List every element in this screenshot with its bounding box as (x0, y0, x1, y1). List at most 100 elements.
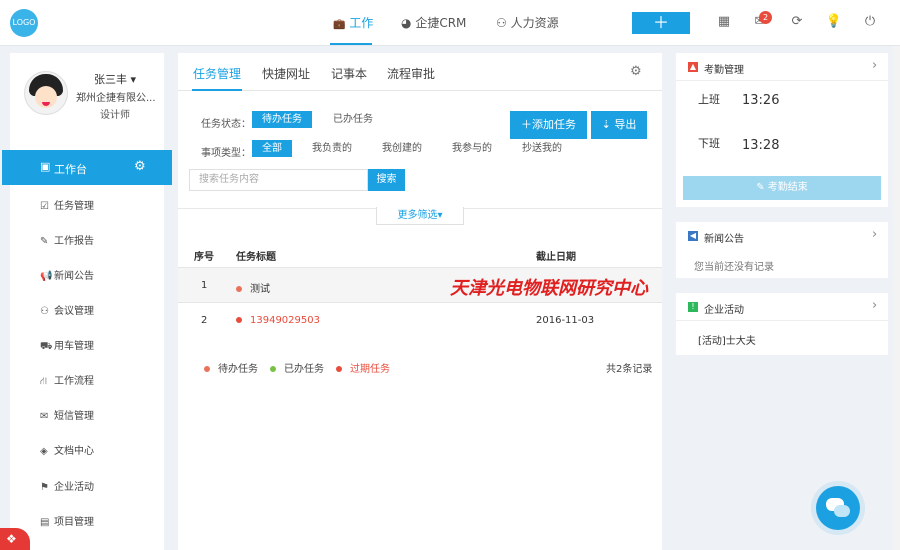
activity-header: ! 企业活动 › (676, 293, 888, 321)
filter-cc[interactable]: 抄送我的 (512, 140, 572, 157)
search-input[interactable]: 搜索任务内容 (189, 169, 368, 191)
gear-icon[interactable]: ⚙ (134, 159, 146, 174)
sidebar-item-projects[interactable]: ▤ 项目管理 (40, 513, 94, 533)
sidebar-item-news[interactable]: 📢 新闻公告 (40, 267, 94, 287)
clock-in-time: 13:26 (742, 93, 780, 108)
row-index: 1 (201, 280, 208, 291)
legend-done: 已办任务 (270, 360, 324, 375)
chat-button[interactable] (816, 486, 860, 530)
power-icon[interactable]: ⏻ (860, 12, 880, 32)
sidebar-item-cars[interactable]: ⛟用车管理 (40, 337, 94, 357)
overdue-status-dot (236, 317, 242, 323)
filter-done[interactable]: 已办任务 (323, 111, 383, 128)
news-card: ◀ 新闻公告 › 您当前还没有记录 (676, 222, 888, 278)
sidebar-item-workbench[interactable]: ▣ 工作台 ⚙ (2, 150, 172, 185)
attendance-card: ▲ 考勤管理 › 上班 13:26 下班 13:28 ✎ 考勤结束 (676, 53, 888, 207)
tab-approval[interactable]: 流程审批 (387, 65, 435, 82)
attendance-end-button[interactable]: ✎ 考勤结束 (683, 176, 881, 200)
filter-responsible[interactable]: 我负责的 (302, 140, 362, 157)
column-header-title: 任务标题 (236, 252, 276, 263)
column-header-deadline: 截止日期 (536, 252, 576, 263)
sidebar-item-reports[interactable]: ✎ 工作报告 (40, 232, 94, 252)
corner-badge-icon[interactable]: ❖ (0, 528, 30, 550)
filter-participating[interactable]: 我参与的 (442, 140, 502, 157)
row-title-text: 测试 (250, 284, 270, 295)
nav-hr[interactable]: ⚇ 人力资源 (496, 14, 559, 31)
sms-icon: ✉ (40, 411, 49, 422)
tab-task-management[interactable]: 任务管理 (193, 65, 241, 82)
qrcode-icon[interactable]: ▦ (714, 12, 734, 32)
user-profile: 张三丰 ▾ 郑州企捷有限公... 设计师 (10, 53, 164, 148)
legend-overdue: 过期任务 (336, 360, 390, 375)
tab-bar: 任务管理 快捷网址 记事本 流程审批 ⚙ (178, 53, 662, 91)
nav-crm-label: 企捷CRM (415, 16, 467, 30)
sidebar-item-label: 文档中心 (54, 446, 94, 457)
flag-icon: ⚑ (40, 482, 49, 493)
nav-active-underline (330, 43, 372, 45)
sidebar-item-label: 企业活动 (54, 482, 94, 493)
more-filter-toggle[interactable]: 更多筛选▾ (376, 207, 464, 225)
megaphone-icon: 📢 (40, 271, 53, 282)
news-title: 新闻公告 (704, 234, 744, 245)
settings-gear-icon[interactable]: ⚙ (630, 64, 642, 79)
sidebar-item-tasks[interactable]: ☑ 任务管理 (40, 197, 94, 217)
workflow-icon: ⛙ (40, 376, 48, 387)
avatar[interactable] (24, 71, 68, 115)
logo: LOGO (10, 9, 38, 37)
activity-item[interactable]: [活动]士大夫 (698, 332, 756, 347)
export-button[interactable]: ⇣ 导出 (591, 111, 647, 139)
car-icon: ⛟ (40, 341, 53, 352)
lightbulb-icon[interactable]: 💡 (824, 12, 844, 32)
row-index: 2 (201, 315, 208, 326)
chevron-right-icon[interactable]: › (872, 227, 877, 242)
sidebar-item-sms[interactable]: ✉ 短信管理 (40, 407, 94, 427)
sidebar-item-workflow[interactable]: ⛙ 工作流程 (40, 372, 94, 392)
chevron-right-icon[interactable]: › (872, 58, 877, 73)
sidebar-item-label: 工作报告 (54, 236, 94, 247)
search-button[interactable]: 搜索 (368, 169, 405, 191)
user-company: 郑州企捷有限公... (76, 93, 156, 104)
user-name[interactable]: 张三丰 ▾ (94, 71, 136, 87)
attendance-icon: ▲ (688, 62, 698, 72)
sidebar-item-label: 任务管理 (54, 201, 94, 212)
briefcase-icon: 💼 (333, 19, 346, 30)
pie-chart-icon: ◕ (401, 16, 412, 30)
news-empty-text: 您当前还没有记录 (694, 262, 774, 273)
sidebar-item-label: 工作流程 (54, 376, 94, 387)
news-icon: ◀ (688, 231, 698, 241)
row-title[interactable]: 测试 (236, 280, 270, 295)
filter-all[interactable]: 全部 (252, 140, 292, 157)
clock-out-time: 13:28 (742, 138, 780, 153)
refresh-icon[interactable]: ⟳ (787, 12, 807, 32)
tab-quick-links[interactable]: 快捷网址 (262, 65, 310, 82)
edit-icon: ✎ (756, 182, 768, 193)
done-dot (270, 366, 276, 372)
attendance-header: ▲ 考勤管理 › (676, 53, 888, 81)
row-title-text: 13949029503 (250, 315, 320, 326)
pending-status-dot (236, 286, 242, 292)
type-filter-label: 事项类型： (201, 148, 251, 159)
news-header: ◀ 新闻公告 › (676, 222, 888, 250)
nav-crm[interactable]: ◕ 企捷CRM (401, 14, 466, 31)
row-title[interactable]: 13949029503 (236, 315, 320, 326)
nav-work[interactable]: 💼 工作 (333, 14, 373, 31)
attendance-title: 考勤管理 (704, 65, 744, 76)
sidebar-item-activities[interactable]: ⚑ 企业活动 (40, 478, 94, 498)
add-button[interactable]: ＋ (632, 12, 690, 34)
chevron-right-icon[interactable]: › (872, 298, 877, 313)
nav-hr-label: 人力资源 (510, 16, 559, 30)
filter-created[interactable]: 我创建的 (372, 140, 432, 157)
tab-active-underline (192, 89, 242, 91)
add-task-button[interactable]: ＋添加任务 (510, 111, 587, 139)
table-row[interactable]: 2 13949029503 2016-11-03 (178, 303, 662, 339)
filter-pending[interactable]: 待办任务 (252, 111, 312, 128)
sidebar-item-meetings[interactable]: ⚇ 会议管理 (40, 302, 94, 322)
sidebar-item-documents[interactable]: ◈ 文档中心 (40, 442, 94, 462)
page-scrollbar[interactable] (893, 46, 900, 550)
nav-work-label: 工作 (349, 16, 374, 30)
meeting-icon: ⚇ (40, 306, 49, 317)
top-bar: LOGO 💼 工作 ◕ 企捷CRM ⚇ 人力资源 ＋ ▦ ✉ 2 ⟳ 💡 ⏻ (0, 0, 900, 46)
tab-notepad[interactable]: 记事本 (331, 65, 367, 82)
project-icon: ▤ (40, 517, 50, 528)
row-deadline: 2016-11-03 (536, 315, 595, 326)
